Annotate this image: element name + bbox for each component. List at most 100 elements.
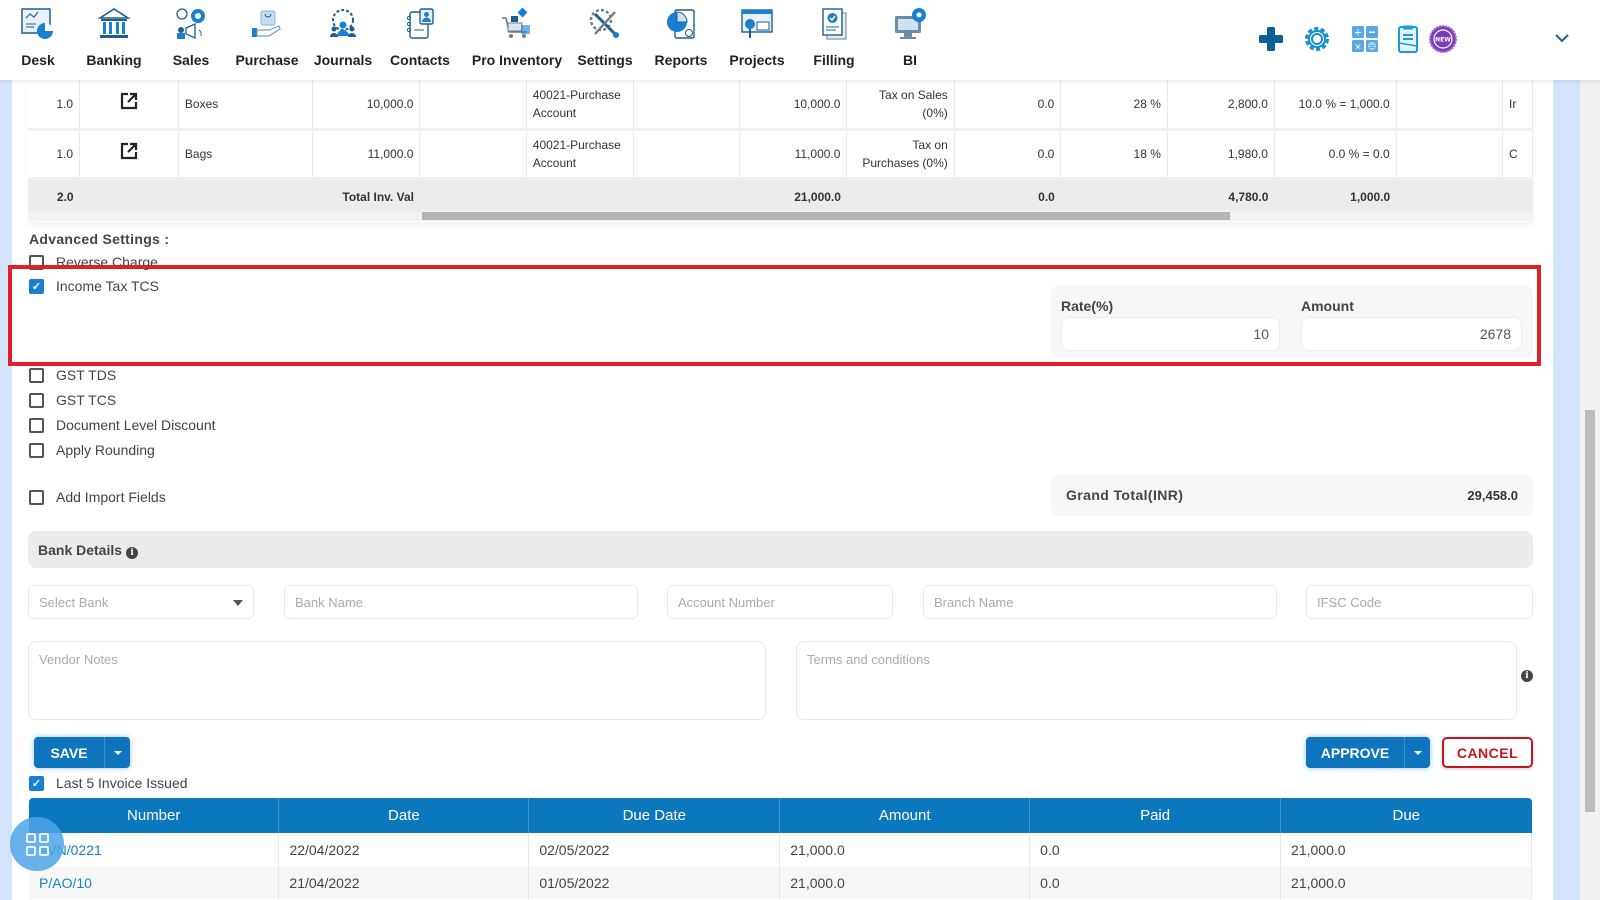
grand-total-panel: Grand Total(INR) 29,458.0 (1051, 474, 1533, 516)
blank-cell (1060, 178, 1168, 214)
document-level-discount-checkbox[interactable] (29, 417, 44, 433)
purchase-form-content: 1.0 Boxes 10,000.0 40021-Purchase Accoun… (8, 80, 1553, 900)
new-badge-text: NEW (1435, 37, 1451, 44)
caret-down-icon (1413, 750, 1422, 755)
nav-item-filling[interactable]: Filling (796, 6, 872, 68)
reverse-charge-option[interactable]: Reverse Charge (29, 254, 158, 270)
blank-cell (419, 80, 527, 131)
select-bank-dropdown[interactable]: Select Bank (28, 585, 254, 619)
new-badge-icon[interactable]: NEW (1428, 24, 1458, 54)
invoice-paid-cell: 0.0 (1029, 833, 1282, 866)
save-dropdown-button[interactable] (104, 737, 130, 768)
save-button-group: SAVE (34, 737, 130, 768)
bi-monitor-gear-icon (895, 8, 926, 39)
last-invoices-option[interactable]: ✓ Last 5 Invoice Issued (29, 775, 188, 791)
nav-item-settings[interactable]: Settings (567, 6, 643, 68)
vendor-notes-textarea[interactable]: Vendor Notes (28, 641, 766, 720)
nav-item-desk[interactable]: Desk (0, 6, 76, 68)
reverse-charge-checkbox[interactable] (29, 254, 44, 270)
income-tax-tcs-option[interactable]: ✓ Income Tax TCS (29, 278, 159, 294)
tax-cell: Tax on Sales (0%) (846, 80, 955, 131)
column-header[interactable]: Paid (1029, 798, 1282, 833)
checkbox-label: Last 5 Invoice Issued (56, 775, 188, 791)
page-vertical-scrollbar[interactable] (1580, 80, 1600, 900)
blank-cell (633, 80, 741, 131)
blank-cell (633, 178, 740, 214)
invoice-number-link[interactable]: P/AO/10 (29, 866, 280, 899)
bank-name-input[interactable]: Bank Name (284, 585, 638, 619)
tcs-amount-input[interactable]: 2678 (1301, 317, 1522, 351)
terms-conditions-textarea[interactable]: Terms and conditions (796, 641, 1517, 720)
nav-item-banking[interactable]: Banking (76, 6, 152, 68)
item-name-cell: Boxes (178, 80, 314, 131)
nav-item-projects[interactable]: Projects (719, 6, 795, 68)
invoice-date-cell: 22/04/2022 (278, 833, 530, 866)
nav-item-contacts[interactable]: Contacts (382, 6, 458, 68)
cancel-button[interactable]: CANCEL (1442, 737, 1533, 768)
nav-item-purchase[interactable]: Purchase (229, 6, 305, 68)
nav-item-label: Settings (577, 52, 633, 68)
income-tax-tcs-checkbox[interactable]: ✓ (29, 278, 44, 294)
add-import-fields-option[interactable]: Add Import Fields (29, 489, 166, 505)
column-header[interactable]: Amount (779, 798, 1031, 833)
nav-item-sales[interactable]: Sales (153, 6, 229, 68)
apply-rounding-option[interactable]: Apply Rounding (29, 442, 155, 458)
gst-tds-checkbox[interactable] (29, 367, 44, 383)
blank-cell (419, 129, 527, 180)
column-header[interactable]: Number (29, 798, 280, 833)
calculator-icon[interactable]: +× (1350, 24, 1380, 54)
gst-tcs-option[interactable]: GST TCS (29, 392, 116, 408)
last-invoices-checkbox[interactable]: ✓ (29, 775, 44, 791)
caret-down-icon (233, 600, 243, 606)
account-number-input[interactable]: Account Number (667, 585, 893, 619)
inventory-cart-icon (502, 7, 530, 38)
terms-info-icon[interactable]: i (1521, 670, 1533, 682)
column-header[interactable]: Due Date (528, 798, 781, 833)
total-label-cell: Total Inv. Val (178, 178, 420, 214)
approve-button[interactable]: APPROVE (1306, 737, 1404, 768)
gst-tcs-checkbox[interactable] (29, 392, 44, 408)
nav-item-reports[interactable]: Reports (643, 6, 719, 68)
page-scrollbar-thumb[interactable] (1585, 410, 1595, 812)
contacts-book-icon (406, 8, 434, 39)
items-horizontal-scrollbar[interactable] (28, 211, 1533, 221)
items-table-container: 1.0 Boxes 10,000.0 40021-Purchase Accoun… (28, 80, 1533, 222)
table-row: AVN/0221 22/04/2022 02/05/2022 21,000.0 … (29, 833, 1532, 866)
nav-item-pro-inventory[interactable]: Pro Inventory (467, 6, 567, 68)
invoice-number-link[interactable]: AVN/0221 (29, 833, 280, 866)
nav-item-journals[interactable]: Journals (305, 6, 381, 68)
projects-board-icon (741, 9, 773, 38)
edit-cell (79, 129, 179, 180)
invoice-due-date-cell: 02/05/2022 (528, 833, 781, 866)
items-scrollbar-thumb[interactable] (422, 212, 1230, 220)
total-gst-cell: 4,780.0 (1167, 178, 1275, 214)
save-button[interactable]: SAVE (34, 737, 104, 768)
nav-item-label: Journals (313, 52, 373, 68)
gst-tds-option[interactable]: GST TDS (29, 367, 116, 383)
tcs-rate-input[interactable]: 10 (1061, 317, 1280, 351)
nav-item-bi[interactable]: BI (872, 6, 948, 68)
apps-grid-floating-button[interactable] (10, 817, 64, 871)
blank-cell (419, 178, 527, 214)
plus-icon[interactable] (1256, 24, 1286, 54)
ifsc-code-input[interactable]: IFSC Code (1306, 585, 1533, 619)
apply-rounding-checkbox[interactable] (29, 442, 44, 458)
account-cell: 40021-Purchase Account (526, 80, 634, 131)
open-external-icon[interactable] (119, 141, 139, 161)
info-icon[interactable]: i (126, 547, 139, 559)
column-header[interactable]: Due (1280, 798, 1532, 833)
invoice-amount-cell: 21,000.0 (779, 866, 1031, 899)
document-level-discount-option[interactable]: Document Level Discount (29, 417, 216, 433)
branch-name-input[interactable]: Branch Name (923, 585, 1277, 619)
checkbox-label: Document Level Discount (56, 417, 216, 433)
add-import-fields-checkbox[interactable] (29, 489, 44, 505)
invoice-due-date-cell: 01/05/2022 (528, 866, 781, 899)
chevron-down-icon[interactable] (1552, 28, 1572, 48)
column-header[interactable]: Date (278, 798, 530, 833)
qty-cell: 1.0 (28, 129, 81, 180)
bank-details-title-text: Bank Details (38, 542, 123, 558)
open-external-icon[interactable] (119, 91, 139, 111)
gear-icon[interactable] (1302, 24, 1332, 54)
approve-dropdown-button[interactable] (1404, 737, 1430, 768)
clipboard-icon[interactable] (1393, 24, 1423, 54)
